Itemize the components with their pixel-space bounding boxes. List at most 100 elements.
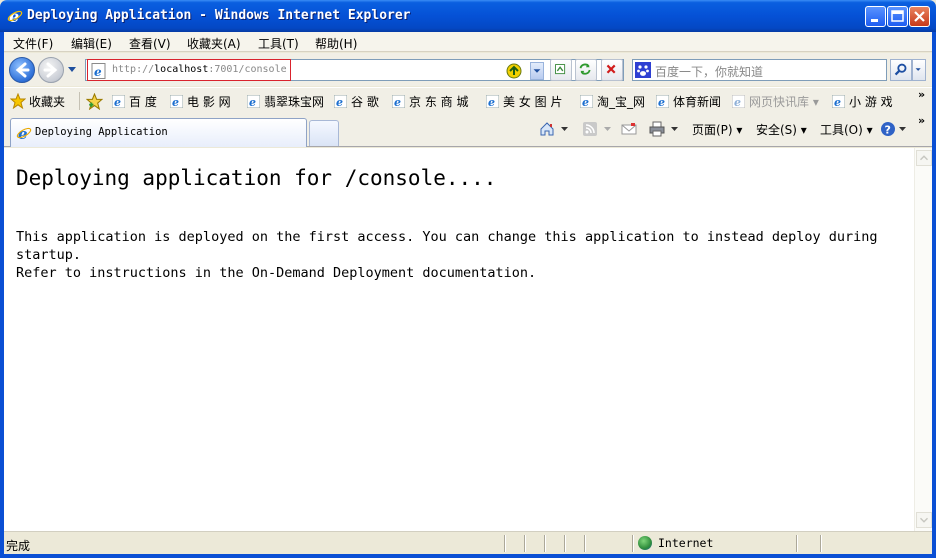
svg-text:?: ? (885, 124, 891, 137)
command-overflow-icon[interactable]: » (918, 114, 925, 127)
fav-link-jewelry[interactable]: e 翡翠珠宝网 (247, 93, 324, 110)
svg-text:e: e (658, 96, 665, 108)
tools-menu[interactable]: 工具(O) ▾ (820, 121, 873, 138)
ie-icon: e (170, 95, 183, 108)
close-icon (914, 11, 925, 22)
ie-icon: e (656, 95, 669, 108)
home-icon[interactable] (539, 121, 555, 137)
menu-view[interactable]: 查看(V) (129, 35, 171, 52)
fav-link-pictures[interactable]: e美 女 图 片 (486, 93, 562, 110)
status-separator (584, 535, 586, 552)
security-zone[interactable]: Internet (638, 536, 713, 550)
maximize-icon (891, 10, 904, 22)
page-text-line1: This application is deployed on the firs… (16, 229, 878, 245)
status-text: 完成 (6, 539, 31, 553)
chevron-down-icon[interactable] (671, 127, 678, 132)
svg-text:e: e (582, 96, 589, 108)
favorites-overflow-icon[interactable]: » (918, 88, 925, 101)
address-dropdown-button[interactable] (530, 62, 544, 80)
url-text[interactable]: http://localhost:7001/console (112, 64, 287, 75)
chevron-down-icon[interactable] (899, 127, 906, 132)
chevron-down-icon[interactable] (561, 127, 568, 132)
svg-text:e: e (834, 96, 841, 108)
chevron-down-icon (533, 69, 541, 73)
fav-link-baidu[interactable]: e百 度 (112, 93, 157, 110)
forward-button[interactable] (38, 57, 64, 83)
ie-icon: e (732, 95, 745, 108)
svg-text:e: e (172, 96, 179, 108)
favorites-separator (79, 92, 80, 110)
favorites-button[interactable]: 收藏夹 (10, 93, 65, 110)
search-options-button[interactable] (912, 59, 926, 81)
refresh-button[interactable] (575, 59, 597, 81)
address-bar[interactable]: e http://localhost:7001/console (85, 59, 624, 81)
window-frame-bottom (0, 554, 936, 558)
mail-icon[interactable] (621, 121, 637, 137)
svg-text:e: e (94, 65, 102, 79)
fav-link-google[interactable]: e谷 歌 (334, 93, 379, 110)
window-title: Deploying Application - Windows Internet… (27, 8, 411, 23)
menu-edit[interactable]: 编辑(E) (71, 35, 112, 52)
vertical-scrollbar[interactable] (914, 148, 932, 531)
navigation-bar: e http://localhost:7001/console 百度一下，你就知… (4, 53, 932, 86)
window-frame-right (932, 32, 936, 558)
svg-text:e: e (488, 96, 495, 108)
search-button[interactable] (890, 59, 912, 81)
svg-text:e: e (394, 96, 401, 108)
chevron-down-icon (920, 517, 928, 523)
fav-link-games[interactable]: e小 游 戏 (832, 93, 893, 110)
ie-icon: e (580, 95, 593, 108)
status-separator (820, 535, 822, 552)
ie-icon: e (247, 95, 260, 108)
chevron-down-icon (915, 68, 921, 71)
close-button[interactable] (909, 6, 930, 27)
fav-link-movies[interactable]: e电 影 网 (170, 93, 231, 110)
new-tab-button[interactable] (309, 120, 339, 146)
search-box[interactable]: 百度一下，你就知道 (632, 59, 887, 81)
fav-link-sports[interactable]: e 体育新闻 (656, 93, 721, 110)
stop-button[interactable] (601, 59, 623, 81)
back-arrow-icon (15, 62, 30, 78)
status-separator (504, 535, 506, 552)
fav-link-jd[interactable]: e京 东 商 城 (392, 93, 468, 110)
favorites-bar: 收藏夹 e百 度 e电 影 网 e 翡翠珠宝网 e谷 歌 e京 东 商 城 e美 … (4, 87, 932, 113)
print-icon[interactable] (649, 121, 665, 137)
ie-icon: e (334, 95, 347, 108)
compatibility-icon[interactable] (505, 63, 523, 79)
scroll-down-button[interactable] (916, 512, 932, 528)
svg-text:e: e (336, 96, 343, 108)
menu-tools[interactable]: 工具(T) (258, 35, 299, 52)
help-icon[interactable]: ? (880, 121, 896, 137)
tab-deploying-application[interactable]: e Deploying Application (10, 118, 307, 147)
menu-favorites[interactable]: 收藏夹(A) (187, 35, 241, 52)
ie-icon: e (16, 125, 32, 141)
back-button[interactable] (9, 57, 35, 83)
chevron-up-icon (920, 155, 928, 161)
refresh-icon (579, 63, 591, 75)
scroll-up-button[interactable] (916, 150, 932, 166)
add-favorite-icon[interactable] (86, 93, 103, 110)
menu-file[interactable]: 文件(F) (13, 35, 53, 52)
history-dropdown-icon[interactable] (67, 66, 77, 74)
chevron-down-icon[interactable] (604, 127, 611, 132)
forward-arrow-icon (43, 62, 58, 78)
compat-view-icon (555, 64, 566, 75)
page-heading: Deploying application for /console.... (16, 166, 497, 190)
safety-menu[interactable]: 安全(S) ▾ (756, 121, 807, 138)
menu-help[interactable]: 帮助(H) (315, 35, 357, 52)
stop-icon (606, 64, 616, 74)
ie-icon: e (392, 95, 405, 108)
tab-bar: e Deploying Application 页面(P) ▾ 安全(S) ▾ … (4, 113, 932, 147)
rss-icon[interactable] (582, 121, 598, 137)
fav-web-slice-gallery[interactable]: e 网页快讯库 ▾ (732, 93, 819, 110)
rss-button[interactable] (550, 59, 572, 81)
page-menu[interactable]: 页面(P) ▾ (692, 121, 742, 138)
status-separator (524, 535, 526, 552)
fav-link-taobao[interactable]: e 淘_宝_网 (580, 93, 645, 110)
status-separator (544, 535, 546, 552)
tab-label: Deploying Application (35, 126, 168, 138)
menu-bar: 文件(F) 编辑(E) 查看(V) 收藏夹(A) 工具(T) 帮助(H) (4, 32, 932, 52)
maximize-button[interactable] (887, 6, 908, 27)
minimize-button[interactable] (865, 6, 886, 27)
favorites-star-icon (10, 93, 26, 109)
